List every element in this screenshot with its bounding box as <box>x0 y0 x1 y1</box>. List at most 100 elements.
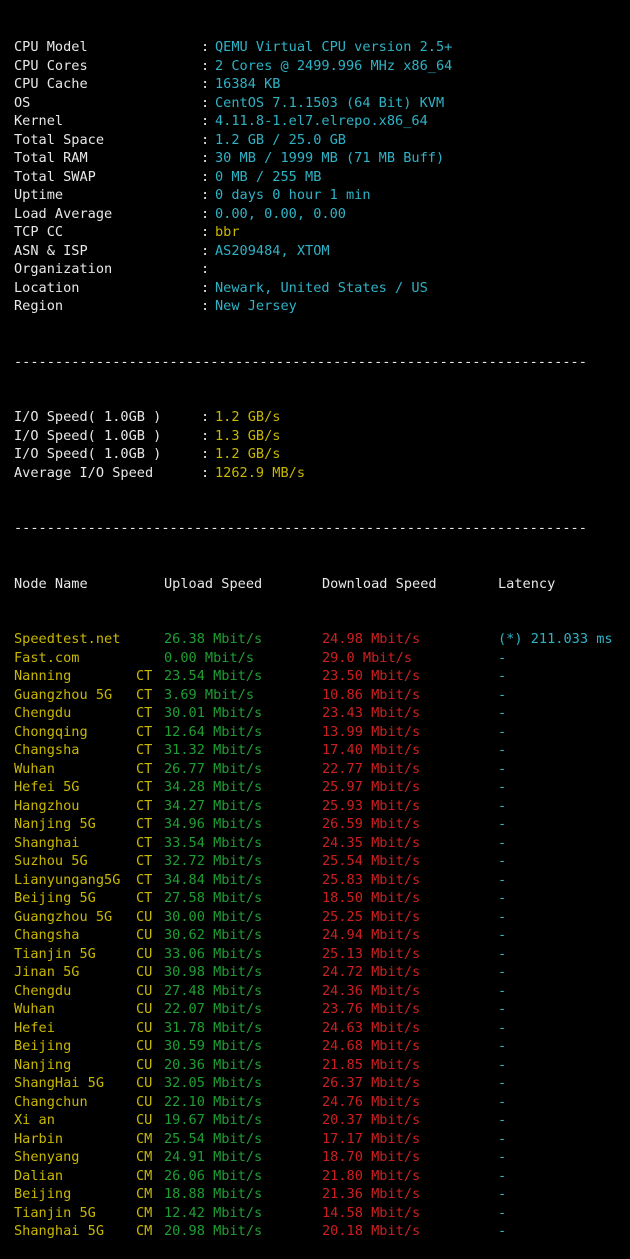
isp-tag: CU <box>136 982 153 999</box>
latency-value: - <box>498 723 507 740</box>
isp-tag: CT <box>136 779 153 795</box>
info-value: 16384 KB <box>215 76 281 92</box>
upload-speed: 27.58 Mbit/s <box>164 890 263 906</box>
isp-tag: CT <box>136 871 153 888</box>
isp-tag: CM <box>136 1223 153 1239</box>
node-name: Changsha <box>14 742 80 758</box>
table-row: Harbin CM 25.54 Mbit/s 17.17 Mbit/s - <box>14 1130 630 1149</box>
download-speed: 24.94 Mbit/s <box>322 927 421 943</box>
io-speed-label: I/O Speed( 1.0GB ) <box>14 427 162 444</box>
upload-speed: 30.01 Mbit/s <box>164 705 263 721</box>
latency-value: - <box>498 705 507 721</box>
info-row: Total SWAP:0 MB / 255 MB <box>14 168 630 187</box>
latency-value: - <box>498 1167 507 1184</box>
node-name: Hangzhou <box>14 797 80 814</box>
latency-value: - <box>498 797 507 814</box>
table-row: Beijing CM 18.88 Mbit/s 21.36 Mbit/s - <box>14 1185 630 1204</box>
table-row: Guangzhou 5G CU 30.00 Mbit/s 25.25 Mbit/s - <box>14 908 630 927</box>
download-speed: 18.50 Mbit/s <box>322 890 421 906</box>
table-row: Nanjing CU 20.36 Mbit/s 21.85 Mbit/s - <box>14 1056 630 1075</box>
upload-speed: 31.32 Mbit/s <box>164 742 263 758</box>
upload-speed: 26.06 Mbit/s <box>164 1167 263 1184</box>
upload-speed: 30.59 Mbit/s <box>164 1038 263 1054</box>
table-row: Hangzhou CT 34.27 Mbit/s 25.93 Mbit/s - <box>14 797 630 816</box>
isp-tag: CU <box>136 1056 153 1073</box>
info-value: 0 days 0 hour 1 min <box>215 187 371 203</box>
node-name: Changsha <box>14 927 80 943</box>
latency-value: (*) 211.033 ms <box>498 631 613 647</box>
upload-speed: 34.96 Mbit/s <box>164 816 263 832</box>
isp-tag: CU <box>136 1093 153 1110</box>
latency-value: - <box>498 668 507 684</box>
info-label: Organization <box>14 261 113 277</box>
table-row: Tianjin 5G CU 33.06 Mbit/s 25.13 Mbit/s - <box>14 945 630 964</box>
info-value: AS209484, XTOM <box>215 242 330 259</box>
node-name: Beijing <box>14 1186 72 1202</box>
isp-tag: CU <box>136 1112 153 1128</box>
info-row: Location: Newark, United States / US <box>14 279 630 298</box>
table-row: Hefei 5G CT 34.28 Mbit/s 25.97 Mbit/s - <box>14 778 630 797</box>
colon-separator: : <box>201 205 210 222</box>
download-speed: 23.43 Mbit/s <box>322 705 421 721</box>
upload-speed: 34.28 Mbit/s <box>164 779 263 795</box>
colon-separator: : <box>201 298 210 314</box>
info-label: CPU Cache <box>14 76 88 92</box>
upload-speed: 22.07 Mbit/s <box>164 1001 263 1017</box>
colon-separator: : <box>201 224 210 240</box>
colon-separator: : <box>201 261 210 277</box>
system-info-section: CPU Model: QEMU Virtual CPU version 2.5+ C… <box>14 38 630 316</box>
io-speed-row: Average I/O Speed:1262.9 MB/s <box>14 464 630 483</box>
latency-value: - <box>498 1019 507 1036</box>
table-row: ShangHai 5G CU 32.05 Mbit/s 26.37 Mbit/s - <box>14 1074 630 1093</box>
header-latency: Latency <box>498 575 556 592</box>
info-row: Uptime:0 days 0 hour 1 min <box>14 186 630 205</box>
download-speed: 25.13 Mbit/s <box>322 945 421 962</box>
latency-value: - <box>498 1038 507 1054</box>
latency-value: - <box>498 1093 507 1110</box>
node-name: Changchun <box>14 1093 88 1110</box>
download-speed: 23.50 Mbit/s <box>322 668 421 684</box>
info-row: Organization: <box>14 260 630 279</box>
colon-separator: : <box>201 150 210 166</box>
io-speed-label: I/O Speed( 1.0GB ) <box>14 446 162 462</box>
header-node-name: Node Name <box>14 575 88 592</box>
info-label: ASN & ISP <box>14 242 88 259</box>
io-speed-row: I/O Speed( 1.0GB ):1.2 GB/s <box>14 408 630 427</box>
latency-value: - <box>498 1204 507 1221</box>
info-row: Load Average:0.00, 0.00, 0.00 <box>14 205 630 224</box>
latency-value: - <box>498 742 507 758</box>
download-speed: 22.77 Mbit/s <box>322 760 421 777</box>
upload-speed: 22.10 Mbit/s <box>164 1093 263 1110</box>
info-label: OS <box>14 94 31 111</box>
latency-value: - <box>498 871 507 888</box>
isp-tag: CM <box>136 1149 153 1165</box>
download-speed: 26.37 Mbit/s <box>322 1075 421 1091</box>
info-value: bbr <box>215 224 240 240</box>
download-speed: 17.17 Mbit/s <box>322 1130 421 1147</box>
io-speed-value: 1.3 GB/s <box>215 427 281 444</box>
isp-tag: CT <box>136 705 153 721</box>
upload-speed: 23.54 Mbit/s <box>164 668 263 684</box>
table-row: Tianjin 5G CM 12.42 Mbit/s 14.58 Mbit/s - <box>14 1204 630 1223</box>
table-row: Suzhou 5G CT 32.72 Mbit/s 25.54 Mbit/s - <box>14 852 630 871</box>
download-speed: 14.58 Mbit/s <box>322 1204 421 1221</box>
node-name: Wuhan <box>14 1001 55 1017</box>
download-speed: 24.63 Mbit/s <box>322 1019 421 1036</box>
latency-value: - <box>498 1223 507 1239</box>
colon-separator: : <box>201 187 210 203</box>
download-speed: 24.36 Mbit/s <box>322 982 421 999</box>
terminal-output[interactable]: CPU Model: QEMU Virtual CPU version 2.5+ C… <box>0 0 630 1259</box>
upload-speed: 18.88 Mbit/s <box>164 1186 263 1202</box>
download-speed: 13.99 Mbit/s <box>322 723 421 740</box>
info-label: CPU Model <box>14 39 88 55</box>
isp-tag: CU <box>136 1019 153 1036</box>
node-name: Chengdu <box>14 705 72 721</box>
node-name: Tianjin 5G <box>14 945 96 962</box>
node-name: Dalian <box>14 1167 64 1184</box>
info-value: 1.2 GB / 25.0 GB <box>215 131 346 148</box>
latency-value: - <box>498 982 507 999</box>
info-label: CPU Cores <box>14 57 88 74</box>
upload-speed: 32.05 Mbit/s <box>164 1075 263 1091</box>
speedtest-table: Speedtest.net 26.38 Mbit/s 24.98 Mbit/s (*)… <box>14 630 630 1241</box>
table-row: Beijing CU 30.59 Mbit/s 24.68 Mbit/s - <box>14 1037 630 1056</box>
